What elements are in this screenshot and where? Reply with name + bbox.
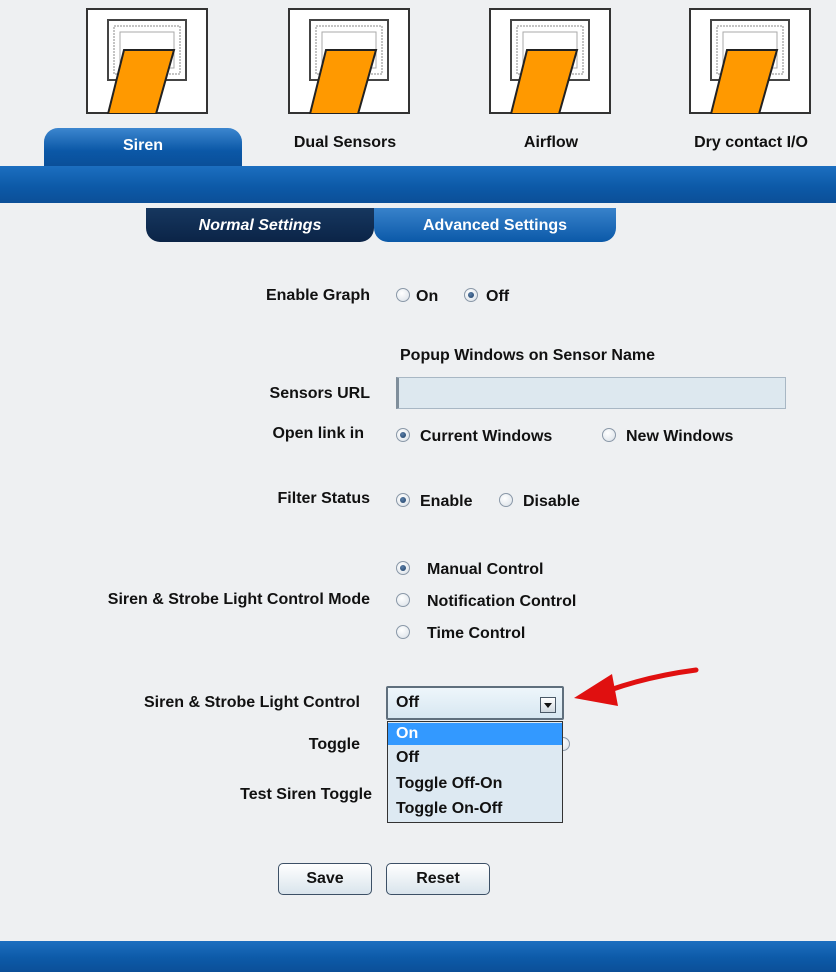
time-control-radio[interactable] (396, 625, 410, 639)
popup-heading: Popup Windows on Sensor Name (400, 347, 655, 364)
sensor-port-icon[interactable] (689, 8, 811, 114)
enable-graph-on-radio[interactable] (396, 288, 410, 302)
footer-band (0, 941, 836, 972)
open-link-label: Open link in (272, 425, 364, 442)
light-control-dropdown[interactable]: On Off Toggle Off-On Toggle On-Off (387, 721, 563, 823)
notification-control-label: Notification Control (427, 593, 577, 610)
manual-control-label: Manual Control (427, 561, 544, 578)
enable-graph-off-label: Off (486, 288, 510, 305)
dropdown-option[interactable]: On (388, 723, 562, 745)
tab-airflow[interactable]: Airflow (490, 132, 612, 166)
tab-dry-contact[interactable]: Dry contact I/O (676, 132, 826, 166)
manual-control-radio[interactable] (396, 561, 410, 575)
dropdown-option[interactable]: Toggle On-Off (388, 798, 562, 820)
tab-advanced-settings[interactable]: Advanced Settings (374, 208, 616, 242)
sensors-url-input[interactable] (396, 377, 786, 409)
filter-disable-label: Disable (523, 493, 580, 510)
sensor-port-icon[interactable] (288, 8, 410, 114)
test-siren-label: Test Siren Toggle (240, 786, 372, 803)
dropdown-option[interactable]: Off (388, 747, 562, 769)
sensor-port-icon[interactable] (489, 8, 611, 114)
light-control-label: Siren & Strobe Light Control (144, 694, 360, 711)
enable-graph-on-label: On (416, 288, 439, 305)
open-link-current-label: Current Windows (420, 428, 553, 445)
light-control-select[interactable]: Off (386, 686, 564, 720)
dropdown-option[interactable]: Toggle Off-On (388, 773, 562, 795)
header-band (0, 166, 836, 203)
open-link-new-radio[interactable] (602, 428, 616, 442)
sensors-url-label: Sensors URL (269, 385, 370, 402)
filter-enable-radio[interactable] (396, 493, 410, 507)
tab-siren[interactable]: Siren (44, 128, 242, 166)
enable-graph-label: Enable Graph (265, 287, 370, 304)
save-button[interactable]: Save (278, 863, 372, 895)
enable-graph-off-radio[interactable] (464, 288, 478, 302)
dropdown-arrow-icon[interactable] (540, 697, 556, 713)
sensor-port-icon[interactable] (86, 8, 208, 114)
filter-disable-radio[interactable] (499, 493, 513, 507)
filter-enable-label: Enable (420, 493, 473, 510)
time-control-label: Time Control (427, 625, 526, 642)
open-link-current-radio[interactable] (396, 428, 410, 442)
filter-status-label: Filter Status (277, 490, 370, 507)
light-control-value: Off (396, 694, 420, 711)
tab-normal-settings[interactable]: Normal Settings (146, 208, 374, 242)
red-arrow-icon (574, 667, 699, 706)
open-link-new-label: New Windows (626, 428, 734, 445)
reset-button[interactable]: Reset (386, 863, 490, 895)
control-mode-label: Siren & Strobe Light Control Mode (107, 591, 370, 608)
toggle-label: Toggle (308, 736, 360, 753)
tab-dual-sensors[interactable]: Dual Sensors (270, 132, 420, 166)
notification-control-radio[interactable] (396, 593, 410, 607)
